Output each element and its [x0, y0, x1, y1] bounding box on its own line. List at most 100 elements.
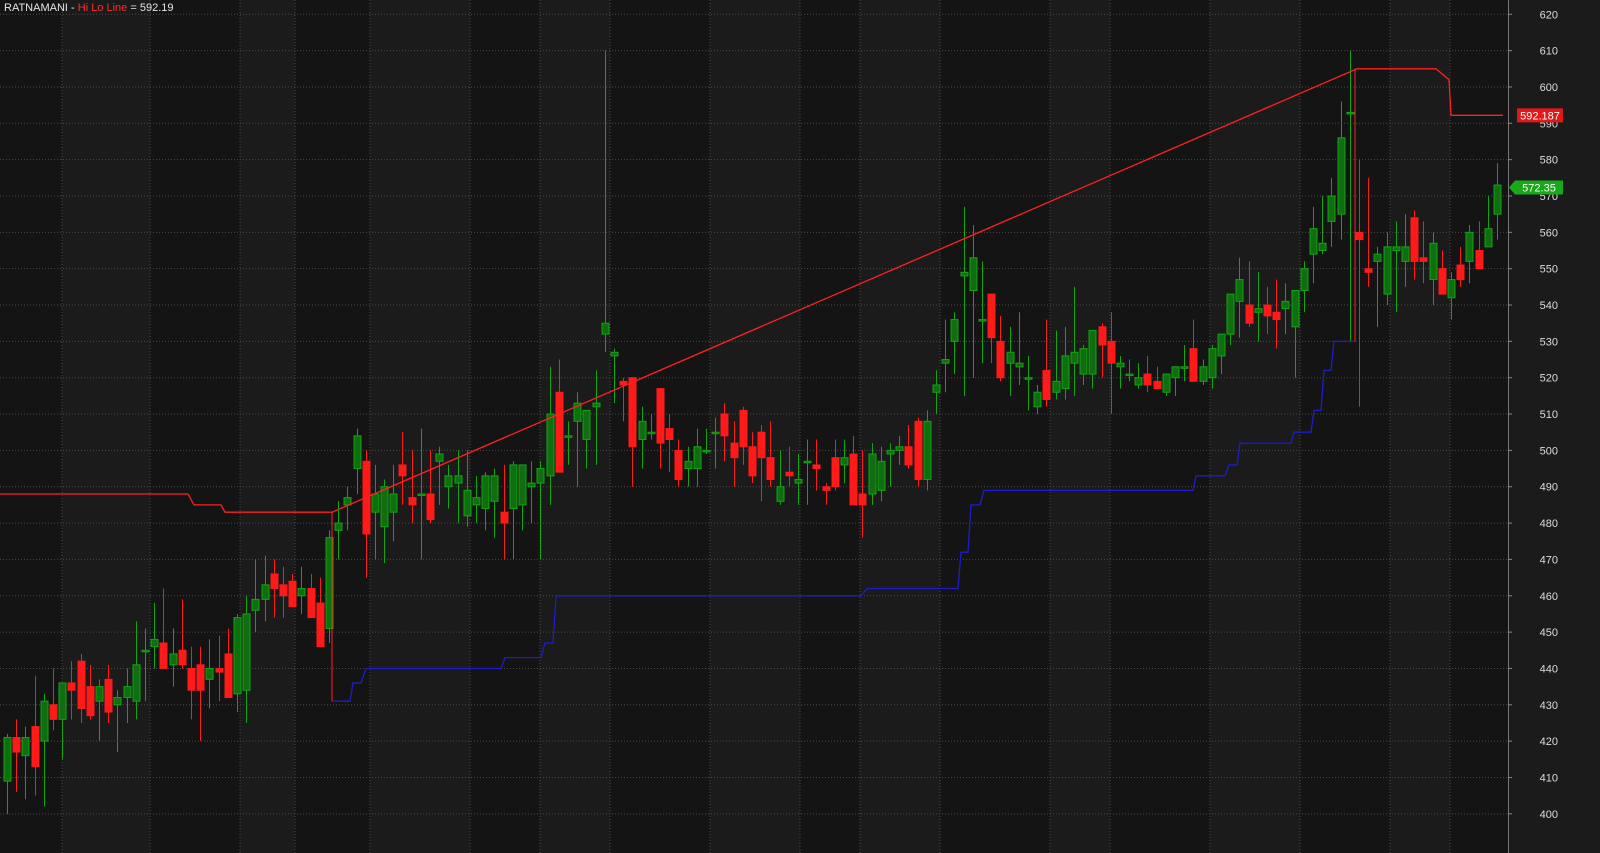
background-band	[1450, 0, 1508, 853]
candle-up	[1327, 195, 1336, 222]
candle-up	[95, 686, 104, 702]
candle-down	[1272, 311, 1281, 321]
symbol-label: RATNAMANI	[4, 2, 68, 14]
candle-down	[1263, 304, 1272, 317]
candle-down	[748, 446, 757, 477]
candle-down	[1419, 257, 1428, 262]
candle-down	[500, 511, 509, 524]
candle-up	[518, 464, 527, 506]
candle-down	[1189, 348, 1198, 382]
candle-up	[1429, 242, 1438, 281]
last-price-tag-label: 572.35	[1522, 182, 1556, 194]
candle-up	[711, 431, 720, 435]
candle-up	[113, 697, 122, 706]
candle-up	[1015, 362, 1024, 368]
candle-down	[104, 678, 113, 713]
candle-up	[472, 497, 481, 506]
candle-up	[481, 475, 490, 510]
axis-tick-label: 420	[1540, 736, 1558, 748]
title-equals: =	[127, 2, 140, 14]
candle-up	[702, 449, 711, 453]
candle-up	[776, 486, 785, 502]
candle-down	[739, 409, 748, 448]
axis-tick-label: 450	[1540, 627, 1558, 639]
candle-up	[601, 322, 610, 335]
candle-up	[1033, 391, 1042, 408]
candle-down	[849, 453, 858, 506]
candle-down	[628, 377, 637, 448]
price-chart[interactable]: 400 410 420 430 440 450 460 470 480 490 500 510 520 5…	[0, 0, 1600, 853]
candle-up	[978, 319, 987, 322]
axis-tick-label: 530	[1540, 336, 1558, 348]
candle-down	[1107, 340, 1116, 364]
candle-up	[444, 475, 453, 488]
candle-up	[527, 482, 536, 488]
candle-up	[169, 653, 178, 666]
candle-up	[1465, 231, 1474, 262]
candle-up	[490, 475, 499, 502]
candle-down	[224, 653, 233, 699]
axis-tick-label: 520	[1540, 373, 1558, 385]
candle-down	[831, 457, 840, 488]
axis-tick-label: 470	[1540, 554, 1558, 566]
candle-down	[187, 667, 196, 691]
candle-up	[251, 598, 260, 611]
candle-up	[1254, 308, 1263, 313]
candle-up	[1180, 366, 1189, 369]
background-band	[150, 0, 240, 853]
candle-up	[647, 431, 656, 435]
candle-up	[1447, 279, 1456, 299]
candle-down	[1475, 250, 1484, 270]
candle-up	[932, 384, 941, 393]
candle-down	[307, 587, 316, 619]
candle-up	[435, 453, 444, 462]
background-band	[0, 0, 62, 853]
candle-up	[58, 682, 67, 720]
candle-down	[1410, 217, 1419, 262]
candle-up	[1006, 351, 1015, 364]
axis-tick-label: 460	[1540, 591, 1558, 603]
candle-down	[720, 413, 729, 437]
candle-up	[389, 493, 398, 513]
candle-down	[159, 642, 168, 669]
candle-up	[1217, 333, 1226, 357]
candle-down	[674, 449, 683, 480]
candle-down	[31, 726, 40, 768]
candle-down	[730, 442, 739, 459]
candle-up	[205, 667, 214, 680]
candle-down	[996, 340, 1005, 379]
axis-tick-label: 500	[1540, 445, 1558, 457]
candle-down	[196, 664, 205, 691]
candle-down	[1355, 231, 1364, 241]
candle-up	[840, 457, 849, 466]
candle-down	[215, 667, 224, 673]
candle-down	[288, 580, 297, 608]
candle-up	[1318, 242, 1327, 252]
axis-tick-label: 480	[1540, 518, 1558, 530]
candle-up	[1162, 373, 1171, 393]
background-band	[1110, 0, 1210, 853]
candle-down	[766, 457, 775, 480]
candle-up	[40, 700, 49, 742]
candle-up	[3, 737, 12, 782]
candle-up	[417, 493, 426, 497]
candle-down	[67, 682, 76, 691]
candle-down	[1245, 304, 1254, 324]
candle-down	[904, 446, 913, 466]
candle-up	[1300, 268, 1309, 291]
candle-up	[794, 478, 803, 484]
candle-down	[665, 428, 674, 440]
candle-down	[398, 464, 407, 477]
candle-up	[1309, 228, 1318, 255]
candle-up	[1088, 329, 1097, 375]
background-band	[1300, 0, 1390, 853]
candle-down	[12, 737, 21, 753]
candle-down	[270, 573, 279, 589]
candle-up	[1337, 137, 1346, 215]
candle-up	[334, 522, 343, 531]
candle-down	[812, 464, 821, 470]
candle-up	[1401, 246, 1410, 262]
candle-down	[656, 388, 665, 444]
candle-down	[1364, 268, 1373, 273]
axis-tick-label: 610	[1540, 46, 1558, 58]
